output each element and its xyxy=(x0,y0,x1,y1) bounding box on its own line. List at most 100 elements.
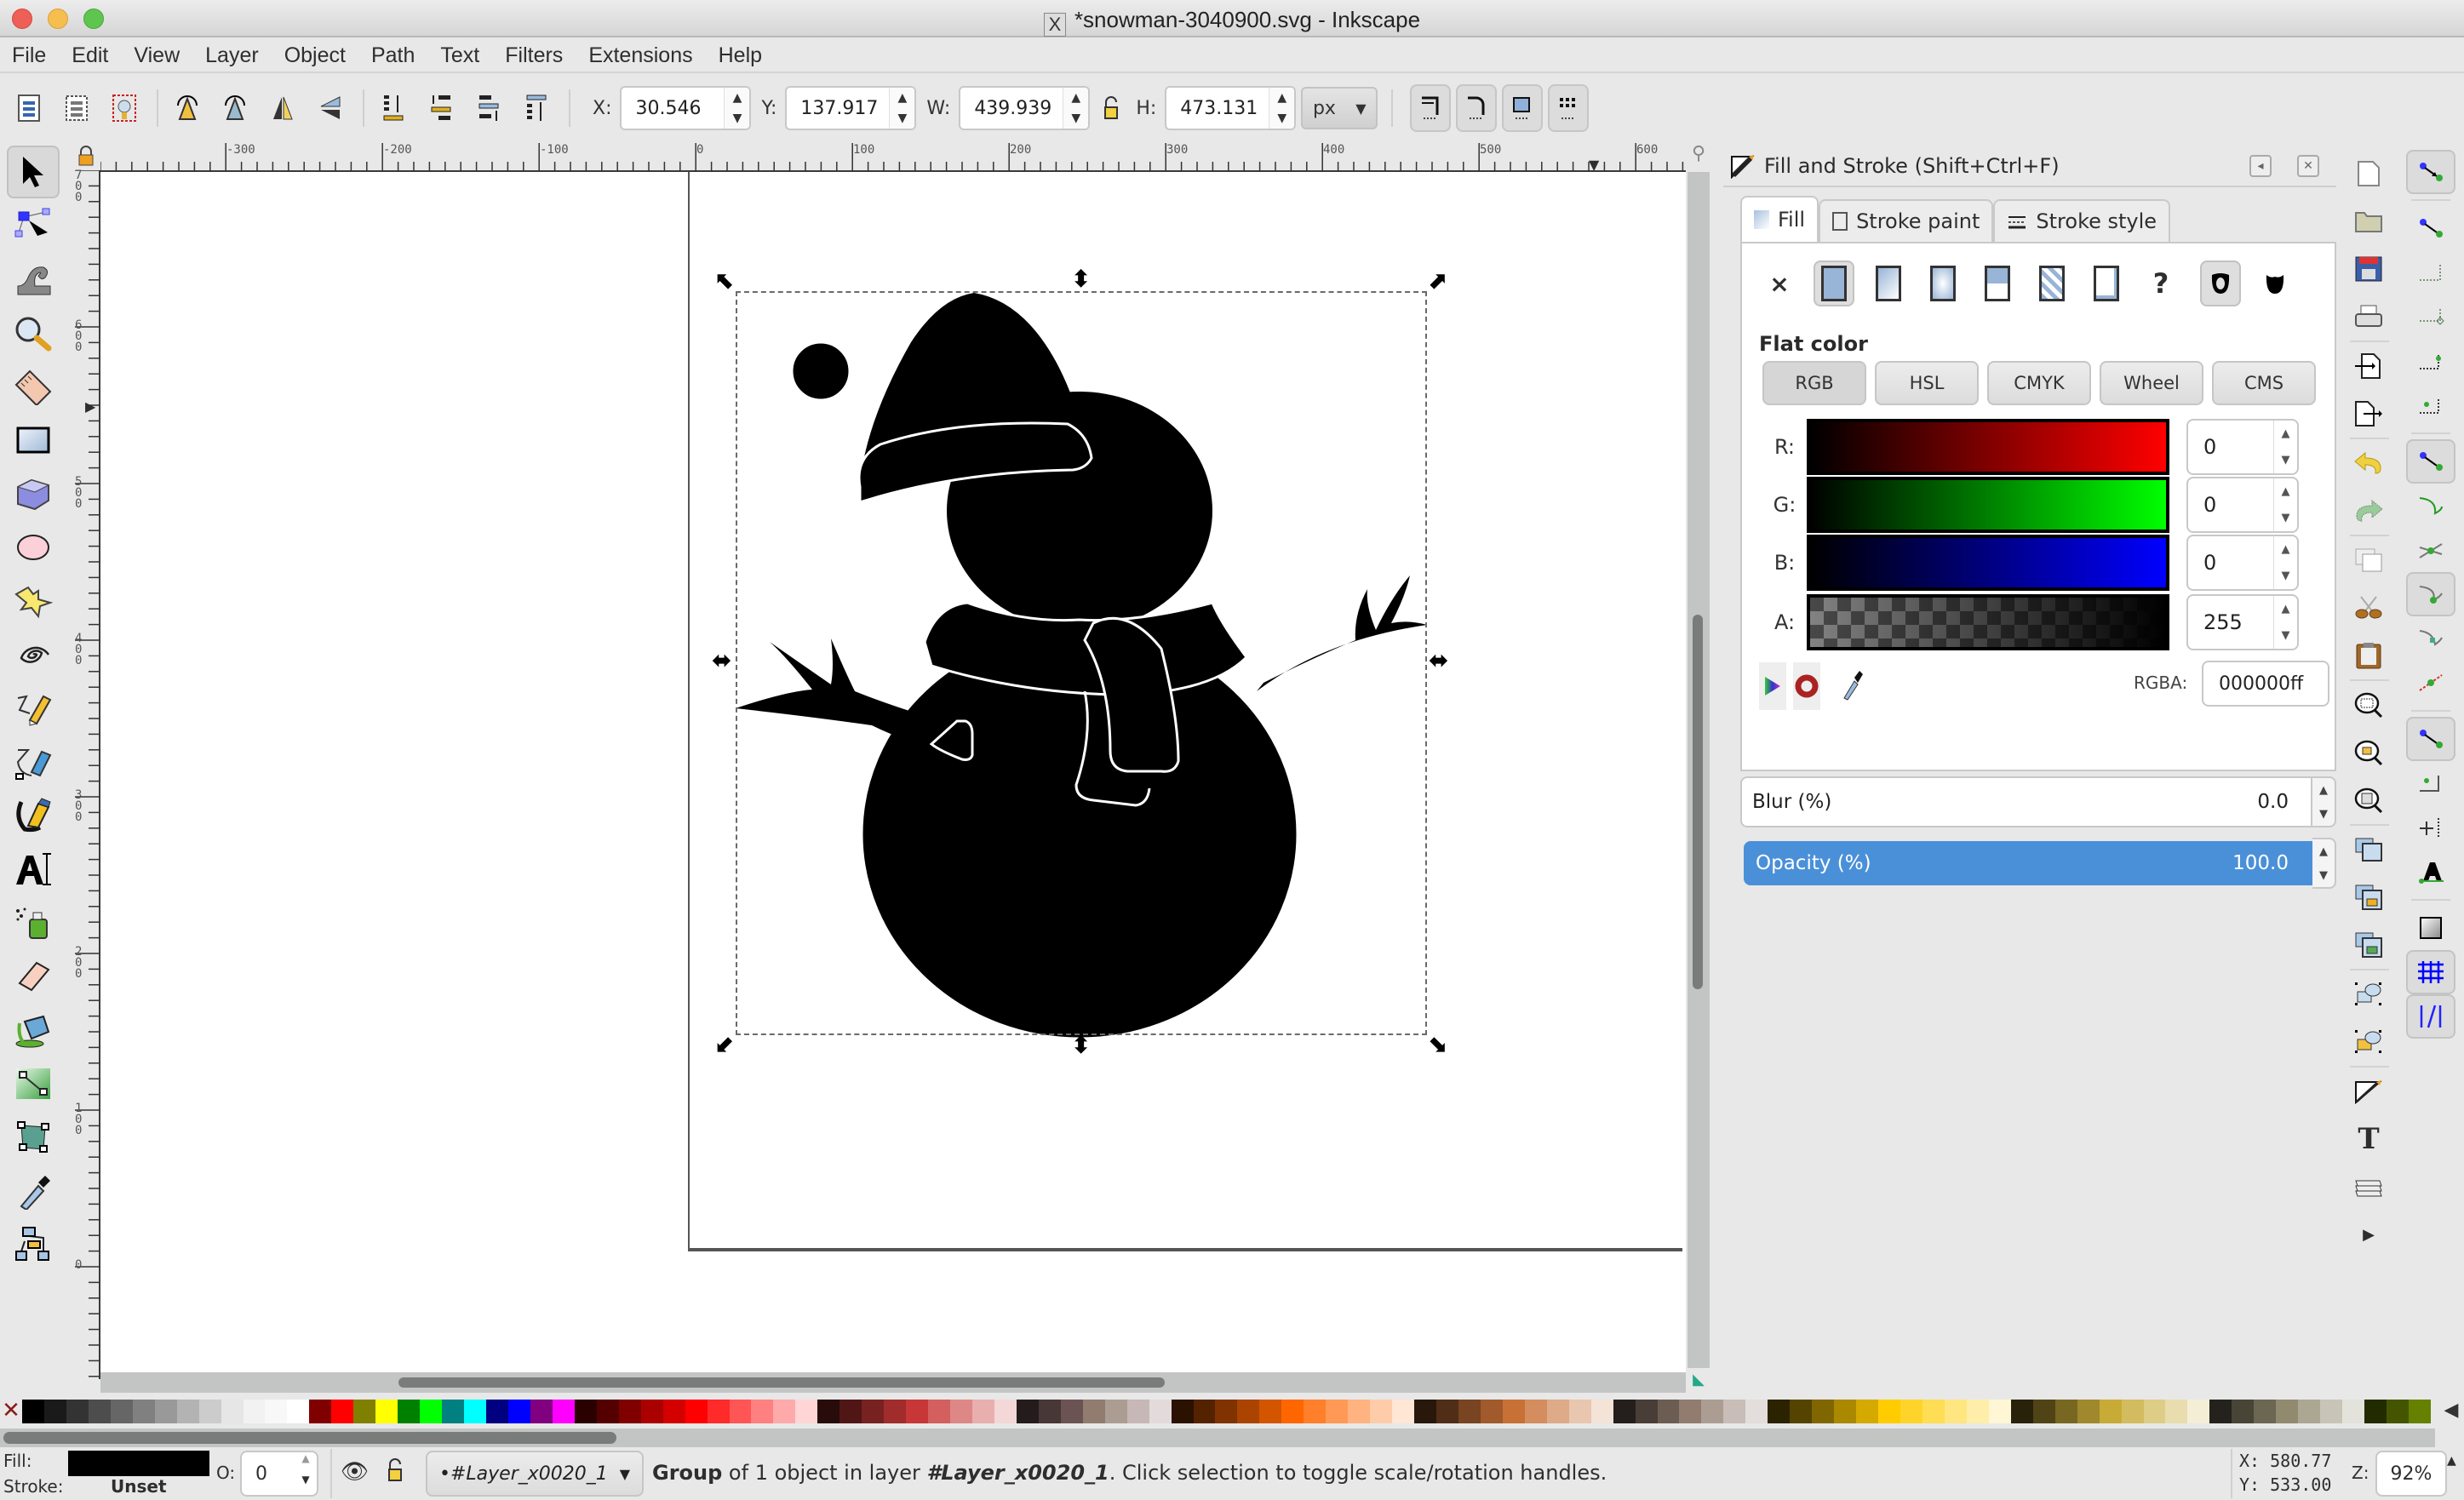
rectangle-tool[interactable] xyxy=(7,414,60,467)
menu-help[interactable]: Help xyxy=(719,43,762,68)
palette-swatch[interactable] xyxy=(1546,1400,1569,1423)
opacity-spinbox[interactable]: 0 ▲ ▼ xyxy=(240,1451,318,1497)
y-field[interactable]: ▲▼ xyxy=(785,86,917,130)
palette-swatch[interactable] xyxy=(1171,1400,1194,1423)
out-of-gamut-button[interactable] xyxy=(1793,662,1820,710)
palette-swatch[interactable] xyxy=(442,1400,465,1423)
x-field[interactable]: ▲▼ xyxy=(620,86,752,130)
palette-swatch[interactable] xyxy=(2408,1400,2431,1423)
snap-page-border[interactable] xyxy=(2406,906,2455,950)
vertical-scrollbar[interactable] xyxy=(1688,172,1710,1368)
3d-box-tool[interactable] xyxy=(7,467,60,520)
blue-increment[interactable]: ▲ xyxy=(2274,536,2297,563)
palette-swatch[interactable] xyxy=(2298,1400,2321,1423)
palette-swatch[interactable] xyxy=(1082,1400,1105,1423)
opacity-decrement[interactable]: ▼ xyxy=(2312,863,2335,887)
zoom-increment[interactable]: ▲ xyxy=(2447,1454,2456,1468)
palette-swatch[interactable] xyxy=(353,1400,376,1423)
palette-swatch[interactable] xyxy=(1237,1400,1260,1423)
group-button[interactable] xyxy=(2345,970,2392,1018)
flat-color-button[interactable] xyxy=(1814,260,1854,306)
scale-handle-s[interactable]: ⬍ xyxy=(1071,1033,1091,1057)
palette-swatch[interactable] xyxy=(1458,1400,1481,1423)
red-increment[interactable]: ▲ xyxy=(2274,421,2297,447)
measure-tool[interactable] xyxy=(7,360,60,413)
palette-swatch[interactable] xyxy=(464,1400,487,1423)
palette-swatch[interactable] xyxy=(265,1400,288,1423)
menu-file[interactable]: File xyxy=(12,43,46,68)
scale-handle-se[interactable]: ⬊ xyxy=(1427,1032,1447,1056)
tweak-tool[interactable] xyxy=(7,253,60,306)
scale-handle-e[interactable]: ⬌ xyxy=(1429,649,1448,673)
drawing-canvas[interactable]: ⬉ ⬍ ⬈ ⬌ ⬌ ⬋ ⬍ ⬊ xyxy=(100,172,1686,1379)
unset-paint-button[interactable]: ? xyxy=(2140,260,2181,306)
radial-gradient-button[interactable] xyxy=(1922,260,1963,306)
blue-value[interactable]: 0 xyxy=(2188,536,2273,589)
palette-swatch[interactable] xyxy=(839,1400,862,1423)
swatch-button[interactable] xyxy=(2031,260,2072,306)
menu-text[interactable]: Text xyxy=(440,43,479,68)
unit-select[interactable]: px ▼ xyxy=(1301,87,1378,129)
palette-swatch[interactable] xyxy=(1502,1400,1525,1423)
palette-swatch[interactable] xyxy=(2342,1400,2365,1423)
export-button[interactable] xyxy=(2345,390,2392,438)
palette-swatch[interactable] xyxy=(132,1400,155,1423)
y-decrement[interactable]: ▼ xyxy=(890,108,914,129)
blue-slider[interactable] xyxy=(1807,535,2169,591)
snap-bbox-edges[interactable] xyxy=(2406,250,2455,295)
palette-swatch[interactable] xyxy=(1768,1400,1791,1423)
palette-swatch[interactable] xyxy=(1193,1400,1216,1423)
scale-handle-sw[interactable]: ⬋ xyxy=(715,1032,735,1056)
palette-swatch[interactable] xyxy=(2054,1400,2077,1423)
fill-rule-evenodd-button[interactable] xyxy=(2200,260,2241,306)
blue-decrement[interactable]: ▼ xyxy=(2274,563,2297,589)
palette-swatch[interactable] xyxy=(729,1400,752,1423)
current-layer-select[interactable]: •#Layer_x0020_1 ▼ xyxy=(426,1451,644,1497)
dropper-tool[interactable] xyxy=(7,1165,60,1217)
palette-swatch[interactable] xyxy=(1414,1400,1436,1423)
palette-swatch[interactable] xyxy=(1590,1400,1613,1423)
scale-handle-nw[interactable]: ⬉ xyxy=(715,269,735,293)
linear-gradient-button[interactable] xyxy=(1868,260,1909,306)
w-field[interactable]: ▲▼ xyxy=(959,86,1091,130)
menu-path[interactable]: Path xyxy=(371,43,415,68)
zoom-correction-icon[interactable]: ⚲ xyxy=(1688,143,1710,169)
h-increment[interactable]: ▲ xyxy=(1269,88,1294,108)
text-font-button[interactable]: T xyxy=(2345,1115,2392,1163)
palette-swatch[interactable] xyxy=(1392,1400,1415,1423)
zoom-page-button[interactable] xyxy=(2345,776,2392,824)
alpha-spinbox[interactable]: 255 ▲ ▼ xyxy=(2186,594,2299,650)
palette-swatch[interactable] xyxy=(2254,1400,2277,1423)
palette-swatch[interactable] xyxy=(1568,1400,1591,1423)
scale-handle-w[interactable]: ⬌ xyxy=(712,649,731,673)
mode-rgb[interactable]: RGB xyxy=(1762,361,1866,405)
palette-swatch[interactable] xyxy=(1878,1400,1901,1423)
snap-cusp-nodes[interactable] xyxy=(2406,572,2455,616)
palette-scroll-left-icon[interactable]: ◀ xyxy=(2438,1400,2464,1425)
more-commands-button[interactable]: ▶ xyxy=(2345,1211,2392,1258)
opacity-decrement[interactable]: ▼ xyxy=(295,1474,317,1495)
palette-swatch[interactable] xyxy=(66,1400,89,1423)
alpha-slider[interactable] xyxy=(1807,594,2169,650)
palette-swatch[interactable] xyxy=(685,1400,708,1423)
zoom-tool[interactable] xyxy=(7,306,60,359)
pencil-tool[interactable] xyxy=(7,682,60,735)
print-button[interactable] xyxy=(2345,293,2392,341)
palette-swatch[interactable] xyxy=(507,1400,530,1423)
unlink-clone-button[interactable] xyxy=(2345,921,2392,969)
menu-layer[interactable]: Layer xyxy=(205,43,259,68)
palette-swatch[interactable] xyxy=(221,1400,244,1423)
palette-swatch[interactable] xyxy=(1060,1400,1083,1423)
open-button[interactable] xyxy=(2345,198,2392,245)
palette-swatch[interactable] xyxy=(2099,1400,2122,1423)
x-input[interactable] xyxy=(622,88,725,129)
cut-button[interactable] xyxy=(2345,584,2392,632)
palette-swatch[interactable] xyxy=(662,1400,685,1423)
raise-icon[interactable] xyxy=(472,91,506,125)
palette-swatch[interactable] xyxy=(1104,1400,1127,1423)
select-all-icon[interactable] xyxy=(12,91,46,125)
palette-swatch[interactable] xyxy=(1038,1400,1061,1423)
palette-swatch[interactable] xyxy=(2209,1400,2232,1423)
vertical-scrollbar-thumb[interactable] xyxy=(1693,615,1703,989)
ungroup-button[interactable] xyxy=(2345,1018,2392,1066)
